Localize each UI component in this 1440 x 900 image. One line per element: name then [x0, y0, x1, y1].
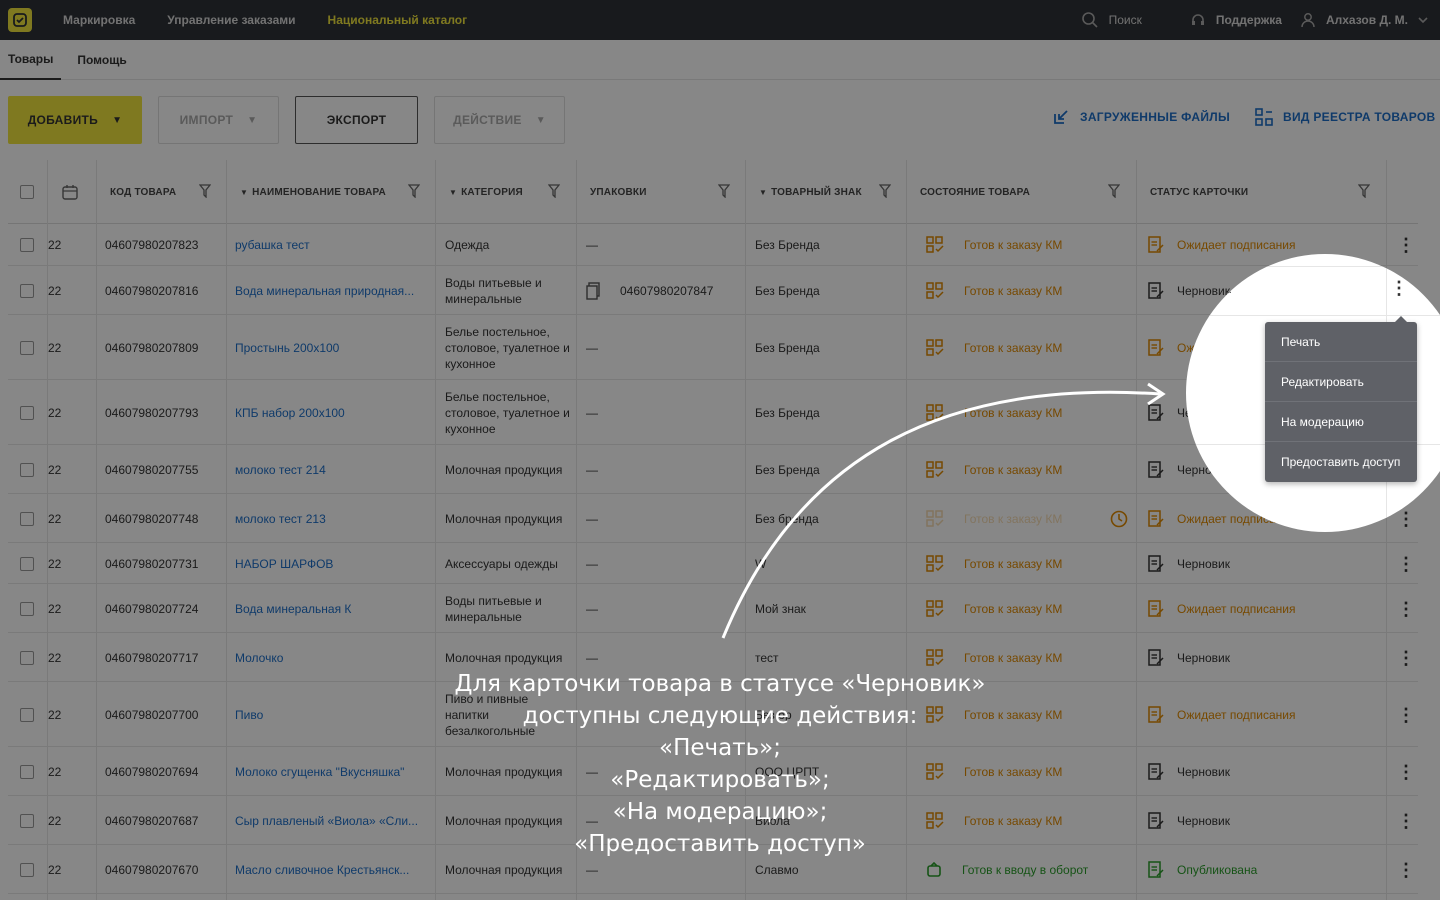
caption-line: доступны следующие действия:: [522, 703, 918, 729]
caption-line: «Предоставить доступ»: [574, 831, 866, 857]
menu-share-access[interactable]: Предоставить доступ: [1265, 442, 1417, 482]
caption-line: «На модерацию»;: [612, 799, 828, 825]
lens-status-label: Черновик: [1186, 282, 1231, 296]
menu-moderation[interactable]: На модерацию: [1265, 402, 1417, 442]
menu-print[interactable]: Печать: [1265, 322, 1417, 362]
lens-status: Черновик: [1186, 280, 1231, 298]
row-context-menu: Печать Редактировать На модерацию Предос…: [1265, 316, 1417, 482]
caption-line: Для карточки товара в статусе «Черновик»: [454, 671, 986, 697]
tutorial-caption: Для карточки товара в статусе «Черновик»…: [380, 668, 1060, 860]
menu-edit[interactable]: Редактировать: [1265, 362, 1417, 402]
caption-line: «Редактировать»;: [610, 767, 830, 793]
caption-line: «Печать»;: [659, 735, 781, 761]
row-menu-button-open[interactable]: ⋮: [1390, 278, 1408, 299]
